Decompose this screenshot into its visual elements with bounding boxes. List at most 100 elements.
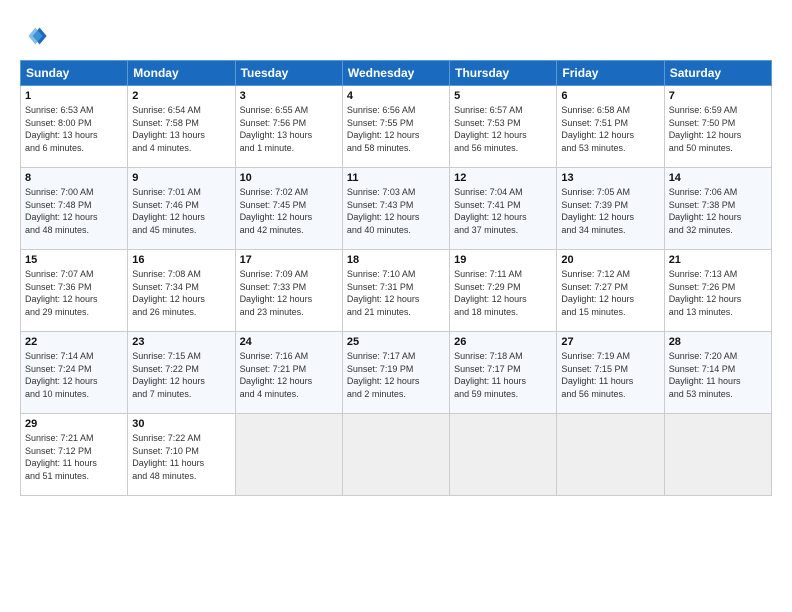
day-detail: Sunrise: 6:55 AM Sunset: 7:56 PM Dayligh…: [240, 104, 338, 154]
calendar-cell: 4 Sunrise: 6:56 AM Sunset: 7:55 PM Daylig…: [342, 86, 449, 168]
dow-header-sunday: Sunday: [21, 61, 128, 86]
day-detail: Sunrise: 7:19 AM Sunset: 7:15 PM Dayligh…: [561, 350, 659, 400]
day-number: 29: [25, 418, 123, 430]
calendar-cell: [235, 414, 342, 496]
calendar-cell: 5 Sunrise: 6:57 AM Sunset: 7:53 PM Daylig…: [450, 86, 557, 168]
day-detail: Sunrise: 7:00 AM Sunset: 7:48 PM Dayligh…: [25, 186, 123, 236]
calendar-cell: 26 Sunrise: 7:18 AM Sunset: 7:17 PM Dayli…: [450, 332, 557, 414]
day-number: 26: [454, 336, 552, 348]
calendar-body: 1 Sunrise: 6:53 AM Sunset: 8:00 PM Daylig…: [21, 86, 772, 496]
dow-header-thursday: Thursday: [450, 61, 557, 86]
dow-header-monday: Monday: [128, 61, 235, 86]
day-detail: Sunrise: 7:05 AM Sunset: 7:39 PM Dayligh…: [561, 186, 659, 236]
dow-header-friday: Friday: [557, 61, 664, 86]
day-number: 18: [347, 254, 445, 266]
day-detail: Sunrise: 7:21 AM Sunset: 7:12 PM Dayligh…: [25, 432, 123, 482]
day-number: 25: [347, 336, 445, 348]
day-number: 11: [347, 172, 445, 184]
day-number: 28: [669, 336, 767, 348]
day-detail: Sunrise: 7:18 AM Sunset: 7:17 PM Dayligh…: [454, 350, 552, 400]
day-number: 24: [240, 336, 338, 348]
day-number: 8: [25, 172, 123, 184]
day-detail: Sunrise: 7:10 AM Sunset: 7:31 PM Dayligh…: [347, 268, 445, 318]
calendar-cell: [664, 414, 771, 496]
calendar-cell: [450, 414, 557, 496]
day-detail: Sunrise: 7:20 AM Sunset: 7:14 PM Dayligh…: [669, 350, 767, 400]
dow-header-wednesday: Wednesday: [342, 61, 449, 86]
calendar-cell: [342, 414, 449, 496]
calendar-cell: 22 Sunrise: 7:14 AM Sunset: 7:24 PM Dayli…: [21, 332, 128, 414]
calendar-cell: 17Sunrise: 7:09 AM Sunset: 7:33 PM Dayli…: [235, 250, 342, 332]
header: [20, 18, 772, 50]
day-number: 20: [561, 254, 659, 266]
day-number: 4: [347, 90, 445, 102]
day-detail: Sunrise: 7:15 AM Sunset: 7:22 PM Dayligh…: [132, 350, 230, 400]
day-number: 19: [454, 254, 552, 266]
day-detail: Sunrise: 7:22 AM Sunset: 7:10 PM Dayligh…: [132, 432, 230, 482]
day-detail: Sunrise: 7:16 AM Sunset: 7:21 PM Dayligh…: [240, 350, 338, 400]
calendar-cell: 24 Sunrise: 7:16 AM Sunset: 7:21 PM Dayli…: [235, 332, 342, 414]
calendar: SundayMondayTuesdayWednesdayThursdayFrid…: [20, 60, 772, 496]
calendar-cell: [557, 414, 664, 496]
day-detail: Sunrise: 7:01 AM Sunset: 7:46 PM Dayligh…: [132, 186, 230, 236]
day-number: 5: [454, 90, 552, 102]
calendar-cell: 16 Sunrise: 7:08 AM Sunset: 7:34 PM Dayli…: [128, 250, 235, 332]
day-number: 12: [454, 172, 552, 184]
day-number: 14: [669, 172, 767, 184]
day-detail: Sunrise: 7:07 AM Sunset: 7:36 PM Dayligh…: [25, 268, 123, 318]
week-row-1: 1 Sunrise: 6:53 AM Sunset: 8:00 PM Daylig…: [21, 86, 772, 168]
calendar-cell: 3Sunrise: 6:55 AM Sunset: 7:56 PM Daylig…: [235, 86, 342, 168]
day-detail: Sunrise: 7:14 AM Sunset: 7:24 PM Dayligh…: [25, 350, 123, 400]
page: SundayMondayTuesdayWednesdayThursdayFrid…: [0, 0, 792, 612]
calendar-cell: 13Sunrise: 7:05 AM Sunset: 7:39 PM Dayli…: [557, 168, 664, 250]
day-detail: Sunrise: 7:03 AM Sunset: 7:43 PM Dayligh…: [347, 186, 445, 236]
week-row-4: 22 Sunrise: 7:14 AM Sunset: 7:24 PM Dayli…: [21, 332, 772, 414]
day-detail: Sunrise: 7:12 AM Sunset: 7:27 PM Dayligh…: [561, 268, 659, 318]
calendar-cell: 7 Sunrise: 6:59 AM Sunset: 7:50 PM Daylig…: [664, 86, 771, 168]
day-detail: Sunrise: 7:09 AM Sunset: 7:33 PM Dayligh…: [240, 268, 338, 318]
day-detail: Sunrise: 6:57 AM Sunset: 7:53 PM Dayligh…: [454, 104, 552, 154]
calendar-cell: 14 Sunrise: 7:06 AM Sunset: 7:38 PM Dayli…: [664, 168, 771, 250]
calendar-cell: 10Sunrise: 7:02 AM Sunset: 7:45 PM Dayli…: [235, 168, 342, 250]
day-detail: Sunrise: 7:08 AM Sunset: 7:34 PM Dayligh…: [132, 268, 230, 318]
calendar-cell: 30 Sunrise: 7:22 AM Sunset: 7:10 PM Dayli…: [128, 414, 235, 496]
day-of-week-row: SundayMondayTuesdayWednesdayThursdayFrid…: [21, 61, 772, 86]
calendar-cell: 25 Sunrise: 7:17 AM Sunset: 7:19 PM Dayli…: [342, 332, 449, 414]
day-detail: Sunrise: 6:56 AM Sunset: 7:55 PM Dayligh…: [347, 104, 445, 154]
day-detail: Sunrise: 6:54 AM Sunset: 7:58 PM Dayligh…: [132, 104, 230, 154]
day-number: 23: [132, 336, 230, 348]
day-number: 2: [132, 90, 230, 102]
calendar-cell: 8 Sunrise: 7:00 AM Sunset: 7:48 PM Daylig…: [21, 168, 128, 250]
calendar-cell: 18 Sunrise: 7:10 AM Sunset: 7:31 PM Dayli…: [342, 250, 449, 332]
calendar-cell: 9 Sunrise: 7:01 AM Sunset: 7:46 PM Daylig…: [128, 168, 235, 250]
day-number: 30: [132, 418, 230, 430]
day-number: 6: [561, 90, 659, 102]
day-detail: Sunrise: 7:17 AM Sunset: 7:19 PM Dayligh…: [347, 350, 445, 400]
day-detail: Sunrise: 6:53 AM Sunset: 8:00 PM Dayligh…: [25, 104, 123, 154]
dow-header-tuesday: Tuesday: [235, 61, 342, 86]
day-number: 1: [25, 90, 123, 102]
calendar-cell: 12 Sunrise: 7:04 AM Sunset: 7:41 PM Dayli…: [450, 168, 557, 250]
day-number: 7: [669, 90, 767, 102]
calendar-cell: 6 Sunrise: 6:58 AM Sunset: 7:51 PM Daylig…: [557, 86, 664, 168]
day-number: 22: [25, 336, 123, 348]
calendar-cell: 11 Sunrise: 7:03 AM Sunset: 7:43 PM Dayli…: [342, 168, 449, 250]
calendar-cell: 19Sunrise: 7:11 AM Sunset: 7:29 PM Dayli…: [450, 250, 557, 332]
calendar-cell: 27Sunrise: 7:19 AM Sunset: 7:15 PM Dayli…: [557, 332, 664, 414]
dow-header-saturday: Saturday: [664, 61, 771, 86]
day-detail: Sunrise: 7:02 AM Sunset: 7:45 PM Dayligh…: [240, 186, 338, 236]
day-detail: Sunrise: 7:04 AM Sunset: 7:41 PM Dayligh…: [454, 186, 552, 236]
calendar-cell: 2 Sunrise: 6:54 AM Sunset: 7:58 PM Daylig…: [128, 86, 235, 168]
day-number: 9: [132, 172, 230, 184]
day-detail: Sunrise: 7:13 AM Sunset: 7:26 PM Dayligh…: [669, 268, 767, 318]
logo-icon: [20, 22, 48, 50]
day-detail: Sunrise: 6:59 AM Sunset: 7:50 PM Dayligh…: [669, 104, 767, 154]
day-detail: Sunrise: 6:58 AM Sunset: 7:51 PM Dayligh…: [561, 104, 659, 154]
week-row-3: 15Sunrise: 7:07 AM Sunset: 7:36 PM Dayli…: [21, 250, 772, 332]
day-detail: Sunrise: 7:06 AM Sunset: 7:38 PM Dayligh…: [669, 186, 767, 236]
calendar-cell: 23 Sunrise: 7:15 AM Sunset: 7:22 PM Dayli…: [128, 332, 235, 414]
day-number: 16: [132, 254, 230, 266]
calendar-cell: 15Sunrise: 7:07 AM Sunset: 7:36 PM Dayli…: [21, 250, 128, 332]
day-number: 21: [669, 254, 767, 266]
week-row-5: 29 Sunrise: 7:21 AM Sunset: 7:12 PM Dayli…: [21, 414, 772, 496]
